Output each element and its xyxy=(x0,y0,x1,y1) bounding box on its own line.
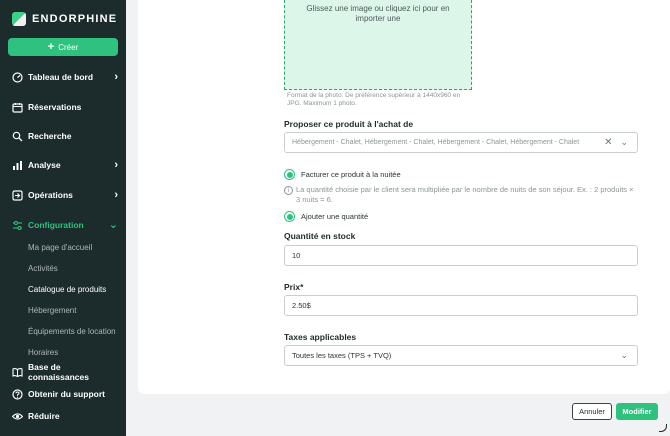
photo-format-hint: Format de la photo: De préférence supéri… xyxy=(287,92,461,107)
sidebar-subitem-schedules[interactable]: Horaires xyxy=(28,348,58,355)
sidebar: ENDORPHINE + Créer Tableau de bord › Rés… xyxy=(0,0,126,436)
propose-label: Proposer ce produit à l'achat de xyxy=(284,119,414,129)
brand-logo[interactable]: ENDORPHINE xyxy=(12,12,117,26)
sidebar-item-support[interactable]: Obtenir du support xyxy=(12,385,120,403)
search-icon xyxy=(12,131,23,142)
taxes-select[interactable]: Toutes les taxes (TPS + TVQ) ⌄ xyxy=(284,345,638,366)
sidebar-item-label: Configuration xyxy=(28,220,84,230)
sidebar-item-knowledge-base[interactable]: Base de connaissances xyxy=(12,362,120,382)
propose-multiselect[interactable]: Hébergement - Chalet, Hébergement - Chal… xyxy=(284,132,638,153)
sidebar-item-operations[interactable]: Opérations › xyxy=(12,186,120,204)
night-billing-label: Facturer ce produit à la nuitée xyxy=(301,170,401,179)
chevron-down-icon: ⌄ xyxy=(108,219,118,231)
sidebar-subitem-lodging[interactable]: Hébergement xyxy=(28,306,76,315)
dropzone-text: Glissez une image ou cliquez ici pour en… xyxy=(306,4,450,23)
sidebar-item-label: Réduire xyxy=(28,411,60,421)
radio-selected[interactable] xyxy=(284,211,295,222)
sidebar-item-label: Opérations xyxy=(28,190,73,200)
chevron-down-icon[interactable]: ⌄ xyxy=(620,350,628,361)
add-quantity-label: Ajouter une quantité xyxy=(301,212,369,221)
sidebar-item-configuration[interactable]: Configuration ⌄ xyxy=(12,216,120,234)
sidebar-item-label: Base de connaissances xyxy=(28,362,89,382)
create-button[interactable]: + Créer xyxy=(8,38,118,56)
sidebar-item-label: Tableau de bord xyxy=(28,72,94,82)
cancel-button[interactable]: Annuler xyxy=(572,403,612,420)
sidebar-item-search[interactable]: Recherche xyxy=(12,127,120,145)
save-button[interactable]: Modifier xyxy=(616,403,658,420)
sidebar-item-reservations[interactable]: Réservations xyxy=(12,98,120,116)
sidebar-item-collapse[interactable]: Réduire xyxy=(12,407,120,425)
taxes-label: Taxes applicables xyxy=(284,332,357,342)
calendar-icon xyxy=(12,102,23,113)
night-billing-info-text: La quantité choisie par le client sera m… xyxy=(296,185,634,204)
create-button-label: Créer xyxy=(58,42,79,52)
price-input[interactable]: 2.50$ xyxy=(284,295,638,316)
add-quantity-option[interactable]: Ajouter une quantité xyxy=(284,211,368,222)
taxes-selected-value: Toutes les taxes (TPS + TVQ) xyxy=(292,351,392,360)
price-label: Prix* xyxy=(284,282,304,292)
stock-input[interactable]: 10 xyxy=(284,245,638,266)
sidebar-item-label: Analyse xyxy=(28,160,61,170)
bar-chart-icon xyxy=(12,160,23,171)
arrow-box-icon xyxy=(12,189,23,201)
propose-selected-values: Hébergement - Chalet, Hébergement - Chal… xyxy=(292,139,580,146)
sidebar-subitem-rental-equipment[interactable]: Équipements de location xyxy=(28,327,116,336)
price-value: 2.50$ xyxy=(292,301,311,310)
brand-logo-icon xyxy=(12,12,26,26)
night-billing-option[interactable]: Facturer ce produit à la nuitée xyxy=(284,169,401,180)
sidebar-item-dashboard[interactable]: Tableau de bord › xyxy=(12,68,120,86)
chevron-right-icon: › xyxy=(114,189,118,201)
dashboard-icon xyxy=(12,71,23,83)
clear-icon[interactable]: ✕ xyxy=(604,137,612,148)
sidebar-item-label: Recherche xyxy=(28,131,72,141)
sliders-icon xyxy=(12,220,23,231)
eye-icon xyxy=(12,411,23,422)
help-icon xyxy=(12,388,23,400)
plus-icon: + xyxy=(47,41,55,53)
chevron-right-icon: › xyxy=(114,159,118,171)
night-billing-info: i La quantité choisie par le client sera… xyxy=(284,185,634,205)
sidebar-subitem-activities[interactable]: Activités xyxy=(28,264,58,273)
chevron-right-icon: › xyxy=(114,71,118,83)
brand-name: ENDORPHINE xyxy=(32,13,118,25)
resize-corner-icon xyxy=(659,424,667,432)
sidebar-subitem-product-catalog[interactable]: Catalogue de produits xyxy=(28,285,106,294)
chevron-down-icon[interactable]: ⌄ xyxy=(620,137,628,148)
sidebar-item-analyse[interactable]: Analyse › xyxy=(12,156,120,174)
radio-selected[interactable] xyxy=(284,169,295,180)
info-icon: i xyxy=(284,186,293,195)
image-dropzone[interactable]: Glissez une image ou cliquez ici pour en… xyxy=(284,0,472,90)
sidebar-item-label: Obtenir du support xyxy=(28,389,105,399)
sidebar-subitem-homepage[interactable]: Ma page d'accueil xyxy=(28,243,92,252)
book-icon xyxy=(12,367,23,378)
stock-value: 10 xyxy=(292,251,301,260)
sidebar-item-label: Réservations xyxy=(28,102,82,112)
stock-label: Quantité en stock xyxy=(284,231,356,241)
